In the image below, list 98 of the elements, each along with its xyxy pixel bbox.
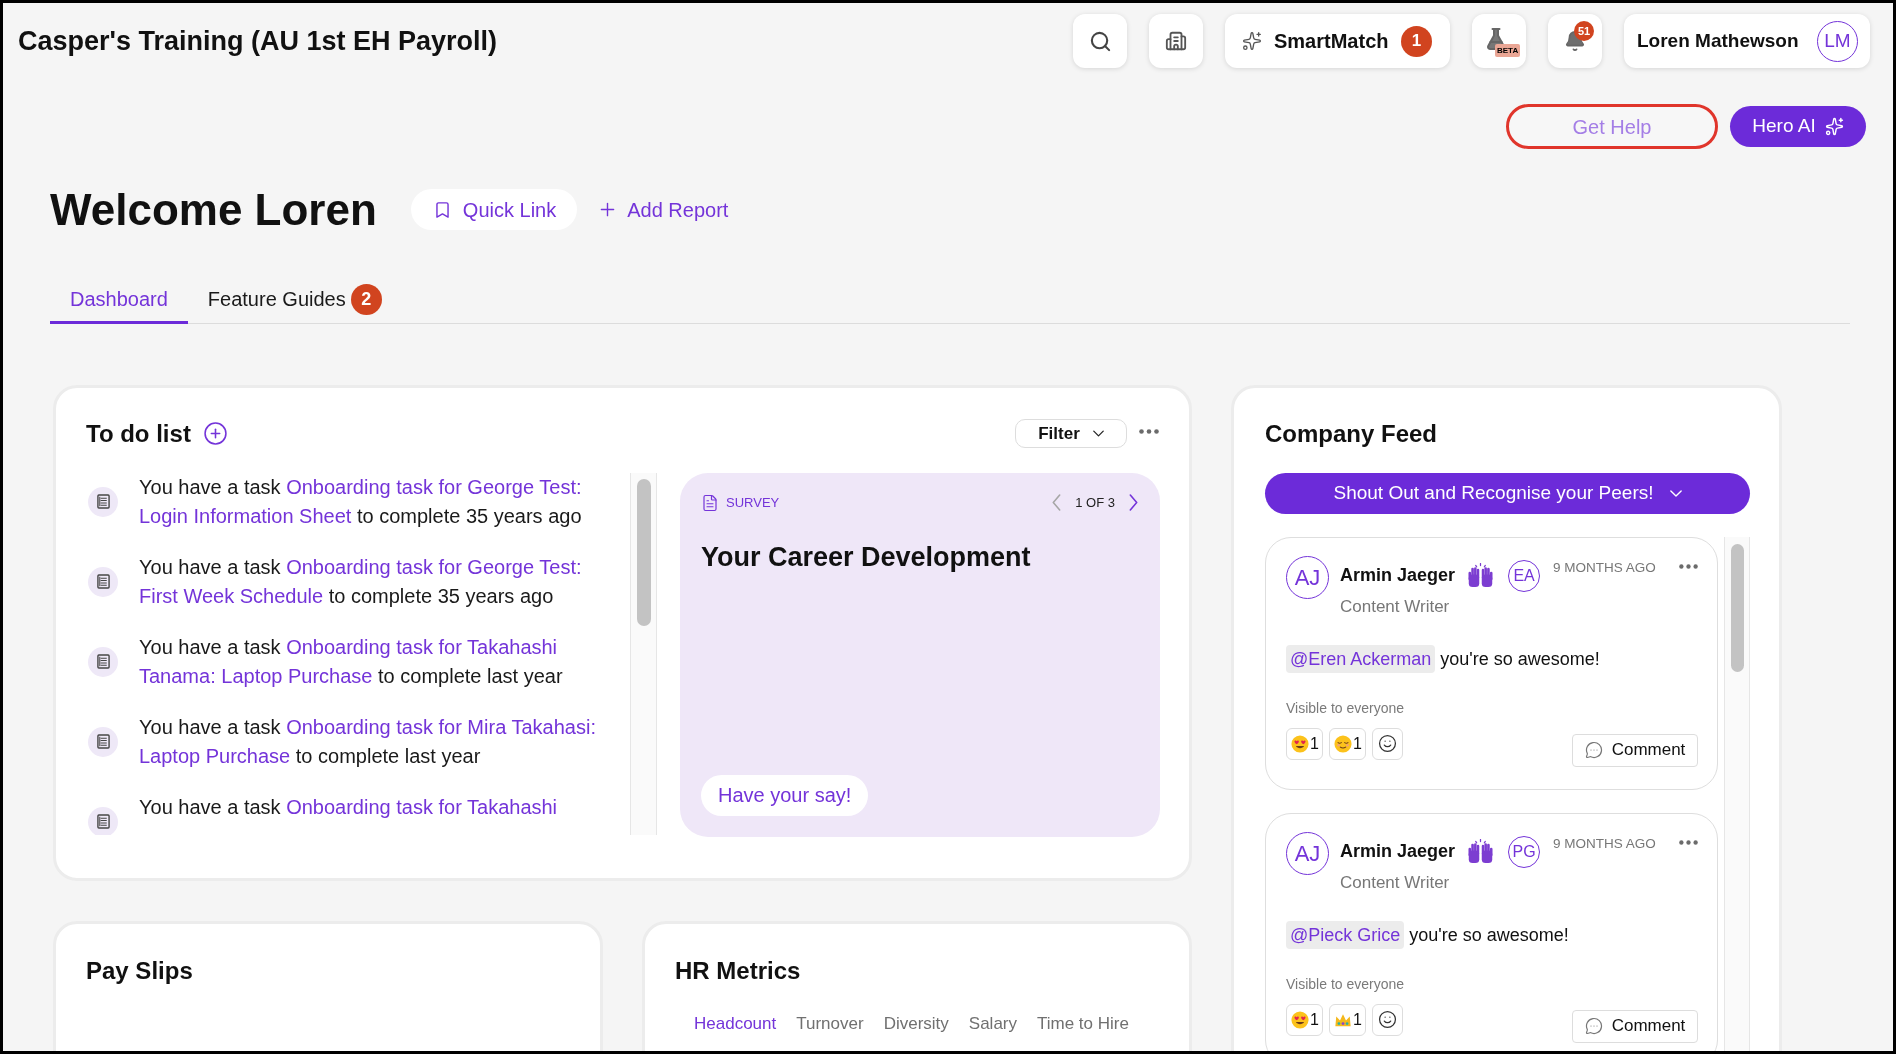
count-badge: 1 bbox=[1401, 25, 1432, 57]
heart-eyes-emoji-icon bbox=[1291, 1010, 1309, 1029]
tab[interactable]: Dashboard bbox=[50, 277, 188, 324]
author-name: Armin Jaeger bbox=[1340, 564, 1456, 587]
task-link[interactable]: Onboarding task for George Test: bbox=[286, 475, 582, 498]
task-text: You have a task Onboarding task for Takahashi Tanama: Laptop Purchase to complete last year bbox=[139, 634, 564, 689]
add-reaction-button[interactable] bbox=[1371, 1003, 1403, 1036]
tab[interactable]: Feature Guides 2 bbox=[187, 277, 402, 324]
post-time: 9 MONTHS AGO bbox=[1553, 834, 1656, 853]
metric-tab[interactable]: Diversity bbox=[873, 1012, 959, 1035]
task-text: You have a task Onboarding task for Takahashi bbox=[139, 794, 559, 820]
pay-slips-title: Pay Slips bbox=[86, 955, 194, 986]
organization-title: Casper's Training (AU 1st EH Payroll) bbox=[18, 25, 498, 57]
metric-tab[interactable]: Salary bbox=[958, 1012, 1027, 1035]
chevron-down-icon bbox=[1669, 489, 1682, 497]
pager-label: 1 OF 3 bbox=[1075, 493, 1115, 512]
raised-hands-icon bbox=[1467, 563, 1495, 588]
metric-tab[interactable]: Headcount bbox=[684, 1012, 787, 1035]
scrollbar-thumb[interactable] bbox=[1730, 543, 1744, 672]
task-link[interactable]: Login Information Sheet bbox=[139, 504, 352, 527]
chevron-left-icon bbox=[1052, 494, 1062, 511]
next-button[interactable] bbox=[1129, 494, 1138, 511]
sparkles-icon bbox=[1242, 31, 1262, 51]
document-icon bbox=[88, 646, 118, 677]
survey-label: SURVEY bbox=[726, 493, 780, 512]
task-link[interactable]: First Week Schedule bbox=[139, 584, 324, 607]
add-report-button[interactable]: Add Report bbox=[597, 194, 729, 225]
chevron-right-icon bbox=[1129, 494, 1138, 511]
reaction-button[interactable]: 1 bbox=[1328, 727, 1366, 760]
beta-tag: BETA bbox=[1495, 44, 1521, 57]
post-message: @Eren Ackerman you're so awesome! bbox=[1286, 644, 1698, 673]
document-icon bbox=[88, 806, 118, 835]
task-link[interactable]: Onboarding task for George Test: bbox=[286, 555, 582, 578]
comment-button[interactable]: Comment bbox=[1572, 733, 1698, 767]
welcome-heading: Welcome Loren bbox=[50, 184, 377, 235]
quick-link-button[interactable]: Quick Link bbox=[410, 189, 578, 230]
task-text: You have a task Onboarding task for George Test: Login Information Sheet to complete 35 years ago bbox=[139, 474, 583, 529]
more-icon[interactable] bbox=[1139, 428, 1159, 434]
comment-button[interactable]: Comment bbox=[1572, 1009, 1698, 1043]
author-role: Content Writer bbox=[1340, 595, 1451, 618]
building-icon bbox=[1165, 30, 1187, 52]
task-link[interactable]: Onboarding task for Takahashi bbox=[286, 635, 558, 658]
smartmatch-button[interactable]: SmartMatch 1 bbox=[1225, 14, 1450, 68]
metric-tab[interactable]: Time to Hire bbox=[1027, 1012, 1139, 1035]
heart-eyes-emoji-icon bbox=[1291, 734, 1309, 753]
count-badge: 2 bbox=[350, 283, 382, 315]
add-reaction-button[interactable] bbox=[1371, 727, 1403, 760]
post-time: 9 MONTHS AGO bbox=[1553, 558, 1656, 577]
mention-link[interactable]: @Pieck Grice bbox=[1286, 920, 1405, 949]
task-link[interactable]: Onboarding task for Takahashi bbox=[286, 795, 558, 818]
search-button[interactable] bbox=[1073, 14, 1127, 68]
raised-hands-icon bbox=[1467, 839, 1495, 864]
have-your-say-button[interactable]: Have your say! bbox=[701, 774, 869, 816]
sparkles-icon bbox=[1824, 117, 1844, 136]
document-icon bbox=[88, 566, 118, 597]
search-icon bbox=[1088, 29, 1112, 53]
add-icon[interactable] bbox=[202, 421, 228, 446]
metric-tab[interactable]: Turnover bbox=[786, 1012, 874, 1035]
notifications-button[interactable]: 51 bbox=[1548, 14, 1602, 68]
task-text: You have a task Onboarding task for George Test: First Week Schedule to complete 35 years ago bbox=[139, 554, 583, 609]
reaction-button[interactable]: 1 bbox=[1328, 1003, 1366, 1036]
reaction-button[interactable]: 1 bbox=[1286, 727, 1323, 760]
author-role: Content Writer bbox=[1340, 871, 1451, 894]
scrollbar[interactable] bbox=[1724, 536, 1750, 1051]
more-icon[interactable] bbox=[1679, 563, 1698, 569]
document-icon bbox=[88, 486, 118, 517]
comment-icon bbox=[1584, 741, 1603, 759]
smiley-icon bbox=[1377, 734, 1397, 753]
more-icon[interactable] bbox=[1679, 839, 1698, 845]
company-button[interactable] bbox=[1149, 14, 1203, 68]
relieved-emoji-icon bbox=[1333, 734, 1352, 753]
visibility-text: Visible to everyone bbox=[1286, 974, 1406, 993]
filter-dropdown[interactable]: Filter bbox=[1015, 419, 1127, 448]
document-icon bbox=[701, 492, 719, 513]
chevron-down-icon bbox=[1092, 430, 1104, 437]
comment-icon bbox=[1584, 1017, 1603, 1035]
todo-title: To do list bbox=[86, 418, 191, 449]
document-icon bbox=[88, 726, 118, 757]
scrollbar[interactable] bbox=[630, 472, 657, 835]
hr-metrics-title: HR Metrics bbox=[675, 955, 802, 986]
task-link[interactable]: Onboarding task for Mira Takahasi: bbox=[286, 715, 596, 738]
post-message: @Pieck Grice you're so awesome! bbox=[1286, 920, 1698, 949]
task-link[interactable]: Tanama: Laptop Purchase bbox=[139, 664, 373, 687]
user-menu-button[interactable]: Loren Mathewson LM bbox=[1624, 14, 1870, 68]
scrollbar-thumb[interactable] bbox=[636, 478, 651, 626]
feed-title: Company Feed bbox=[1265, 418, 1439, 449]
reaction-button[interactable]: 1 bbox=[1286, 1003, 1323, 1036]
labs-button[interactable]: BETA bbox=[1472, 14, 1526, 68]
smiley-icon bbox=[1377, 1010, 1397, 1029]
mention-link[interactable]: @Eren Ackerman bbox=[1286, 644, 1436, 673]
hero-ai-button[interactable]: Hero AI bbox=[1730, 106, 1866, 147]
notification-badge: 51 bbox=[1574, 21, 1594, 41]
shout-out-button[interactable]: Shout Out and Recognise your Peers! bbox=[1265, 472, 1750, 514]
task-link[interactable]: Laptop Purchase bbox=[139, 744, 291, 767]
task-text: You have a task Onboarding task for Mira Takahasi: Laptop Purchase to complete last year bbox=[139, 714, 597, 769]
author-name: Armin Jaeger bbox=[1340, 840, 1456, 863]
visibility-text: Visible to everyone bbox=[1286, 698, 1406, 717]
survey-title: Your Career Development bbox=[701, 540, 1032, 573]
